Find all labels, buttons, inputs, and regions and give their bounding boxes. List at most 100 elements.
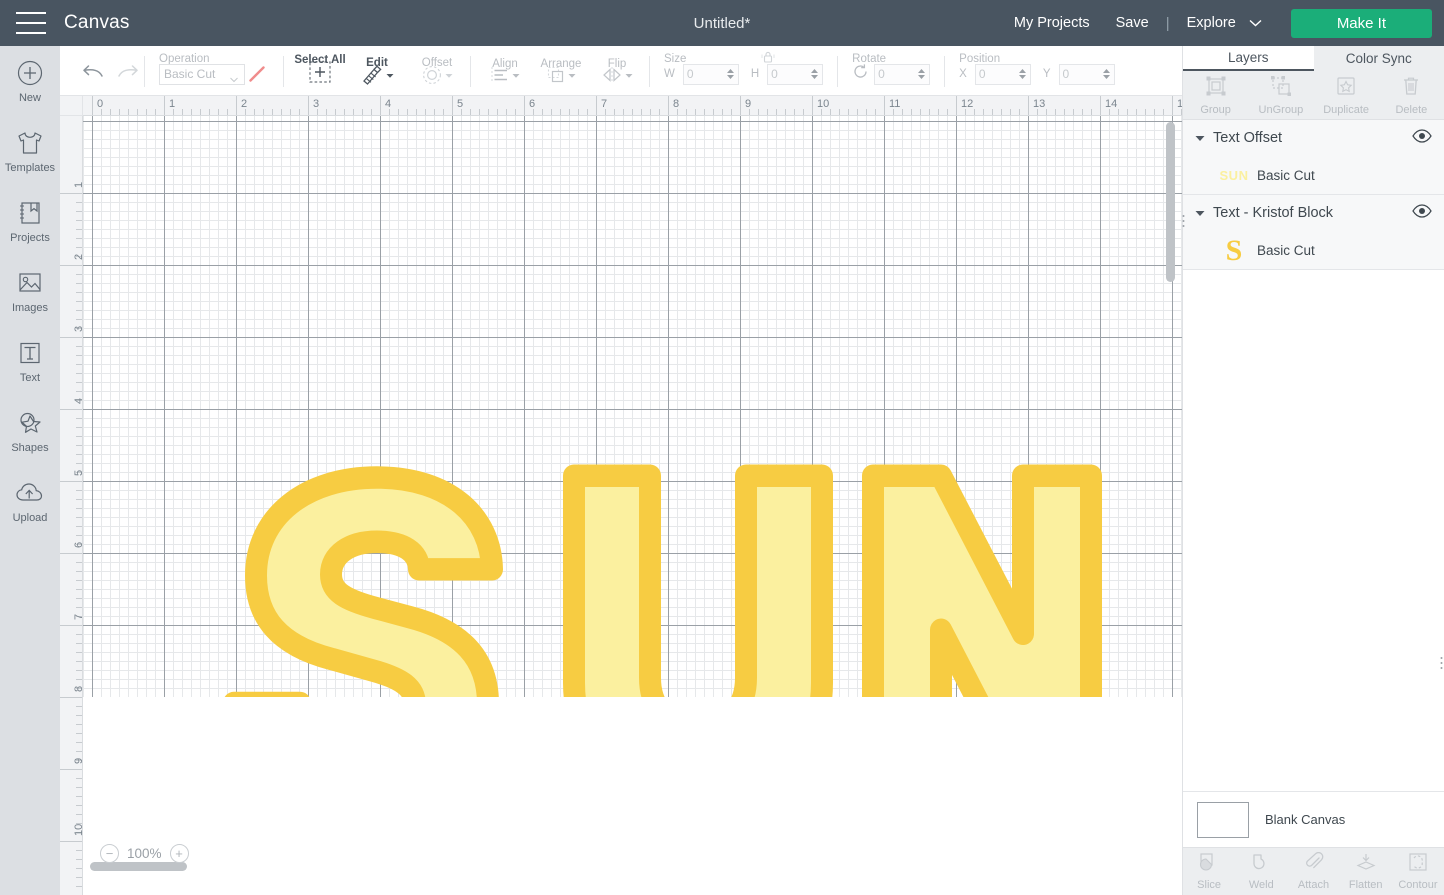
edit-label: Edit [366,56,388,69]
position-x-input[interactable]: 0 [974,63,1031,85]
eye-icon[interactable] [1412,203,1432,223]
sidebar-item-projects[interactable]: Projects [0,186,60,256]
ruler-subtick [245,109,246,115]
chevron-down-icon[interactable] [1195,135,1209,142]
ruler-subtick [983,109,984,115]
attach-button[interactable]: Attach [1287,848,1339,895]
ruler-subtick [218,109,219,115]
ruler-subtick [659,109,660,115]
ruler-subtick [614,109,615,115]
layer-tools: Group UnGroup Duplicate Delete [1183,71,1444,120]
ruler-subtick [281,109,282,115]
sidebar-item-images[interactable]: Images [0,256,60,326]
eye-icon[interactable] [1412,128,1432,148]
zoom-out-button[interactable]: − [100,844,119,863]
ruler-subtick [110,109,111,115]
panel-resize-handle-lower[interactable] [1440,656,1443,670]
lock-icon[interactable] [760,49,776,70]
vertical-scrollbar[interactable] [1166,122,1175,282]
left-sidebar: New Templates Projects Images Text Shape… [0,46,60,895]
slice-button[interactable]: Slice [1183,848,1235,895]
select-all-button[interactable]: Select All [294,47,346,88]
ruler-tick [60,193,82,194]
undo-button[interactable] [76,61,110,81]
sidebar-item-upload[interactable]: Upload [0,466,60,536]
sidebar-item-new[interactable]: New [0,46,60,116]
delete-button[interactable]: Delete [1379,71,1444,119]
ruler-subtick [497,109,498,115]
duplicate-button[interactable]: Duplicate [1314,71,1379,119]
ruler-subtick [1010,109,1011,115]
layer-row[interactable]: S Basic Cut [1183,231,1444,269]
arrange-button[interactable]: Arrange [539,51,583,85]
layer-thumbnail: SUN [1217,165,1251,185]
ungroup-button[interactable]: UnGroup [1248,71,1313,119]
sun-artwork[interactable] [83,116,1182,716]
sidebar-item-shapes[interactable]: Shapes [0,396,60,466]
sidebar-item-text[interactable]: Text [0,326,60,396]
flatten-label: Flatten [1348,879,1383,891]
canvas-area[interactable]: 0123456789101112131415 12345678910 − 100… [60,96,1182,895]
canvas-layer-row[interactable]: Blank Canvas [1183,791,1444,847]
ruler-label: 1 [73,182,82,188]
rotate-value: 0 [878,67,885,81]
group-button[interactable]: Group [1183,71,1248,119]
stepper-arrows[interactable] [1102,67,1111,81]
ruler-subtick [76,715,82,716]
explore-dropdown[interactable]: Explore [1174,15,1275,31]
ruler-subtick [299,109,300,115]
attach-label: Attach [1297,879,1330,891]
size-w-input[interactable]: 0 [682,63,739,85]
edit-button[interactable]: Edit [352,50,402,86]
tab-layers[interactable]: Layers [1183,46,1314,71]
horizontal-scrollbar[interactable] [90,862,187,871]
weld-button[interactable]: Weld [1235,848,1287,895]
ruler-subtick [173,109,174,115]
align-button[interactable]: Align [483,51,527,85]
panel-tabs: Layers Color Sync [1183,46,1444,71]
group-icon [1205,75,1227,102]
zoom-in-button[interactable]: + [169,844,189,863]
operation-color-swatch[interactable] [245,64,269,85]
panel-resize-handle[interactable] [1182,214,1185,228]
horizontal-ruler: 0123456789101112131415 [83,96,1182,116]
canvas-grid[interactable] [83,116,1182,895]
tab-color-sync[interactable]: Color Sync [1313,46,1444,71]
ruler-subtick [758,109,759,115]
ruler-subtick [335,109,336,115]
rotate-input[interactable]: 0 [874,63,931,85]
save-button[interactable]: Save [1103,15,1162,31]
ruler-subtick [76,787,82,788]
ruler-subtick [965,109,966,115]
ruler-tick [92,96,93,115]
ruler-subtick [76,436,82,437]
ruler-subtick [695,109,696,115]
stepper-arrows[interactable] [726,67,735,81]
redo-button[interactable] [110,61,144,81]
flip-button[interactable]: Flip [595,51,639,85]
hamburger-icon[interactable] [16,12,46,34]
layer-group-header[interactable]: Text Offset [1183,120,1444,156]
arrange-label: Arrange [540,57,582,70]
layer-group-header[interactable]: Text - Kristof Block [1183,195,1444,231]
sidebar-item-templates[interactable]: Templates [0,116,60,186]
chevron-down-icon[interactable] [1195,210,1209,217]
position-y-input[interactable]: 0 [1058,63,1115,85]
contour-button[interactable]: Contour [1392,848,1444,895]
ruler-subtick [263,109,264,115]
ruler-subtick [929,109,930,115]
select-all-label: Select All [294,54,346,66]
ruler-subtick [1082,109,1083,115]
picture-icon [17,268,43,298]
layer-row[interactable]: SUN Basic Cut [1183,156,1444,194]
flip-label: Flip [607,57,627,70]
stepper-arrows[interactable] [810,67,819,81]
make-it-button[interactable]: Make It [1290,8,1432,38]
flatten-button[interactable]: Flatten [1340,848,1392,895]
my-projects-link[interactable]: My Projects [1001,15,1103,31]
stepper-arrows[interactable] [917,67,926,81]
offset-button[interactable]: Offset [412,50,462,86]
operation-select[interactable]: Basic Cut [159,63,245,85]
size-w-label: W [664,68,675,80]
stepper-arrows[interactable] [1018,67,1027,81]
